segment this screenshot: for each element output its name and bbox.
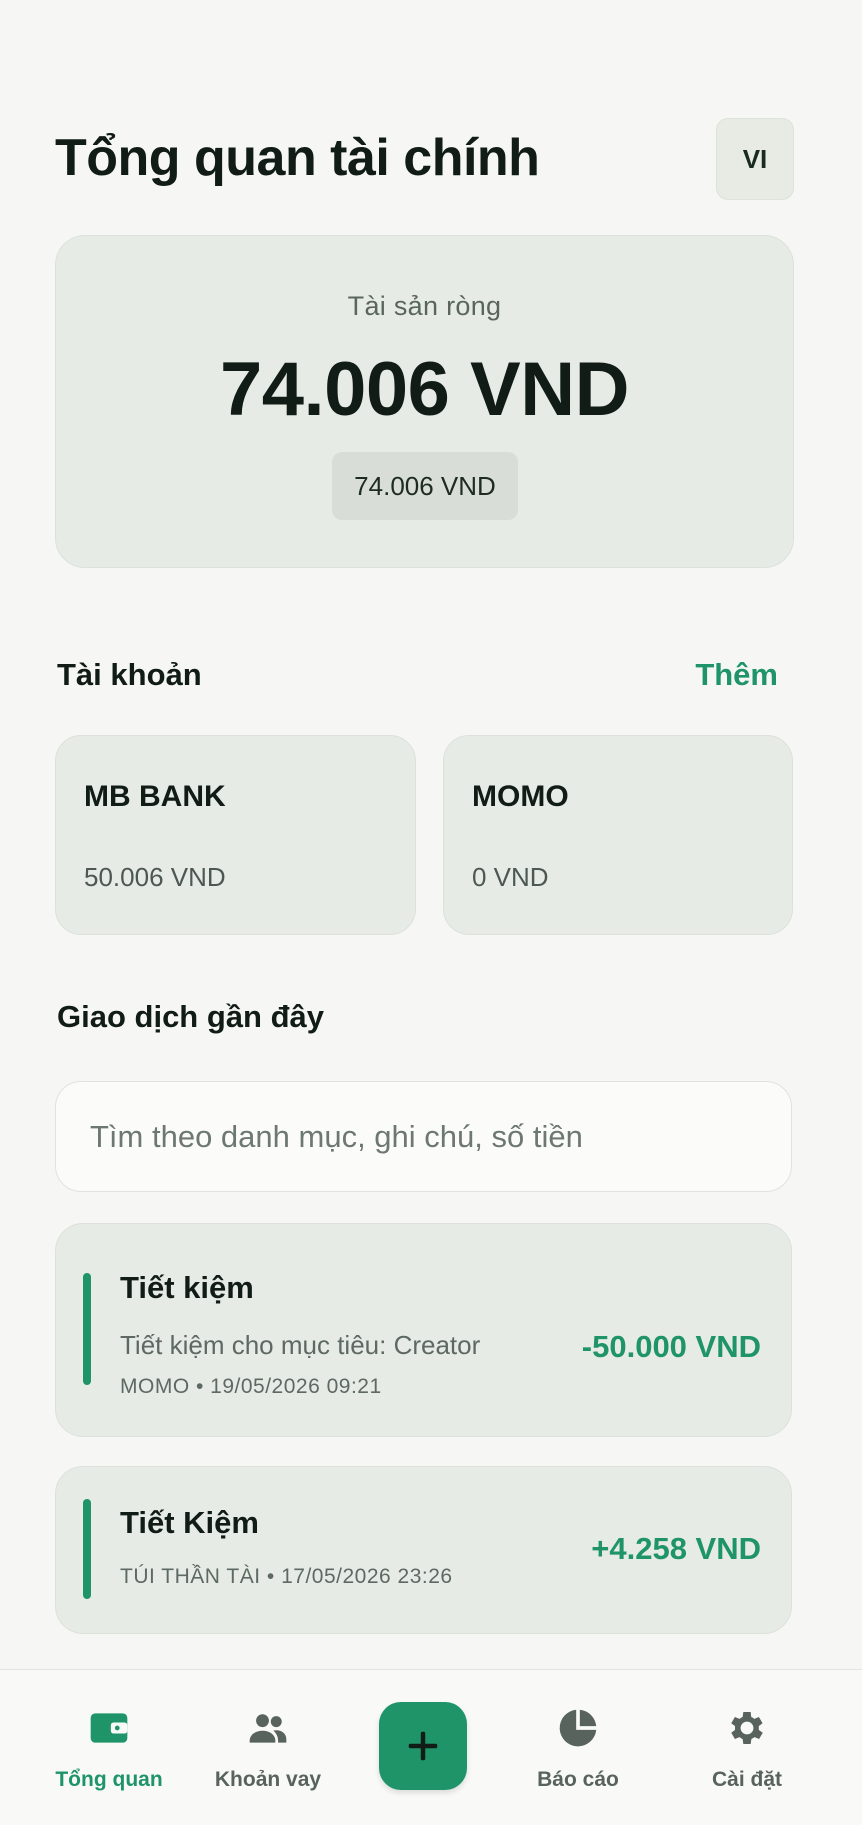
nav-label: Khoản vay bbox=[214, 1768, 322, 1791]
net-worth-amount: 74.006 VND bbox=[219, 347, 630, 432]
nav-item-reports[interactable]: Báo cáo bbox=[498, 1670, 658, 1825]
account-card-momo[interactable]: MOMO 0 VND bbox=[443, 735, 793, 935]
pie-chart-icon bbox=[559, 1709, 597, 1747]
account-balance: 50.006 VND bbox=[84, 862, 226, 892]
plus-icon bbox=[408, 1731, 438, 1761]
transaction-amount: +4.258 VND bbox=[591, 1531, 761, 1566]
transaction-indicator bbox=[83, 1273, 91, 1385]
people-icon bbox=[249, 1714, 287, 1743]
transaction-indicator bbox=[83, 1499, 91, 1599]
transaction-amount: -50.000 VND bbox=[581, 1329, 761, 1364]
nav-item-overview[interactable]: Tổng quan bbox=[29, 1670, 189, 1825]
transaction-meta: MOMO • 19/05/2026 09:21 bbox=[120, 1375, 382, 1398]
nav-item-settings[interactable]: Cài đặt bbox=[667, 1670, 827, 1825]
language-button[interactable]: VI bbox=[716, 118, 794, 200]
net-worth-card: Tài sản ròng 74.006 VND 74.006 VND bbox=[55, 235, 794, 568]
transaction-category: Tiết Kiệm bbox=[120, 1505, 259, 1540]
nav-label: Báo cáo bbox=[537, 1768, 619, 1791]
account-card-mb-bank[interactable]: MB BANK 50.006 VND bbox=[55, 735, 416, 935]
transaction-note: Tiết kiệm cho mục tiêu: Creator bbox=[120, 1330, 481, 1360]
net-worth-secondary-amount: 74.006 VND bbox=[332, 452, 518, 520]
add-account-button[interactable]: Thêm bbox=[695, 657, 778, 693]
header: Tổng quan tài chính VI bbox=[55, 118, 794, 202]
account-name: MOMO bbox=[472, 780, 569, 813]
net-worth-label: Tài sản ròng bbox=[347, 291, 502, 321]
page-title: Tổng quan tài chính bbox=[55, 129, 540, 187]
overview-screen: Tổng quan tài chính VI Tài sản ròng 74.0… bbox=[0, 0, 862, 1825]
transaction-meta: TÚI THẦN TÀI • 17/05/2026 23:26 bbox=[120, 1565, 453, 1588]
nav-label: Tổng quan bbox=[55, 1768, 163, 1791]
gear-icon bbox=[731, 1712, 763, 1744]
account-name: MB BANK bbox=[84, 780, 226, 813]
accounts-section-title: Tài khoản bbox=[57, 657, 202, 692]
transaction-category: Tiết kiệm bbox=[120, 1270, 254, 1305]
nav-label: Cài đặt bbox=[711, 1768, 782, 1791]
transactions-section-title: Giao dịch gần đây bbox=[57, 999, 324, 1034]
wallet-icon bbox=[90, 1713, 128, 1743]
transaction-search bbox=[55, 1081, 792, 1192]
transaction-item[interactable]: Tiết Kiệm TÚI THẦN TÀI • 17/05/2026 23:2… bbox=[55, 1466, 792, 1634]
account-balance: 0 VND bbox=[472, 862, 549, 892]
add-transaction-button[interactable] bbox=[379, 1702, 467, 1790]
search-input[interactable] bbox=[90, 1118, 791, 1155]
nav-item-loans[interactable]: Khoản vay bbox=[188, 1670, 348, 1825]
transaction-item[interactable]: Tiết kiệm Tiết kiệm cho mục tiêu: Creato… bbox=[55, 1223, 792, 1437]
